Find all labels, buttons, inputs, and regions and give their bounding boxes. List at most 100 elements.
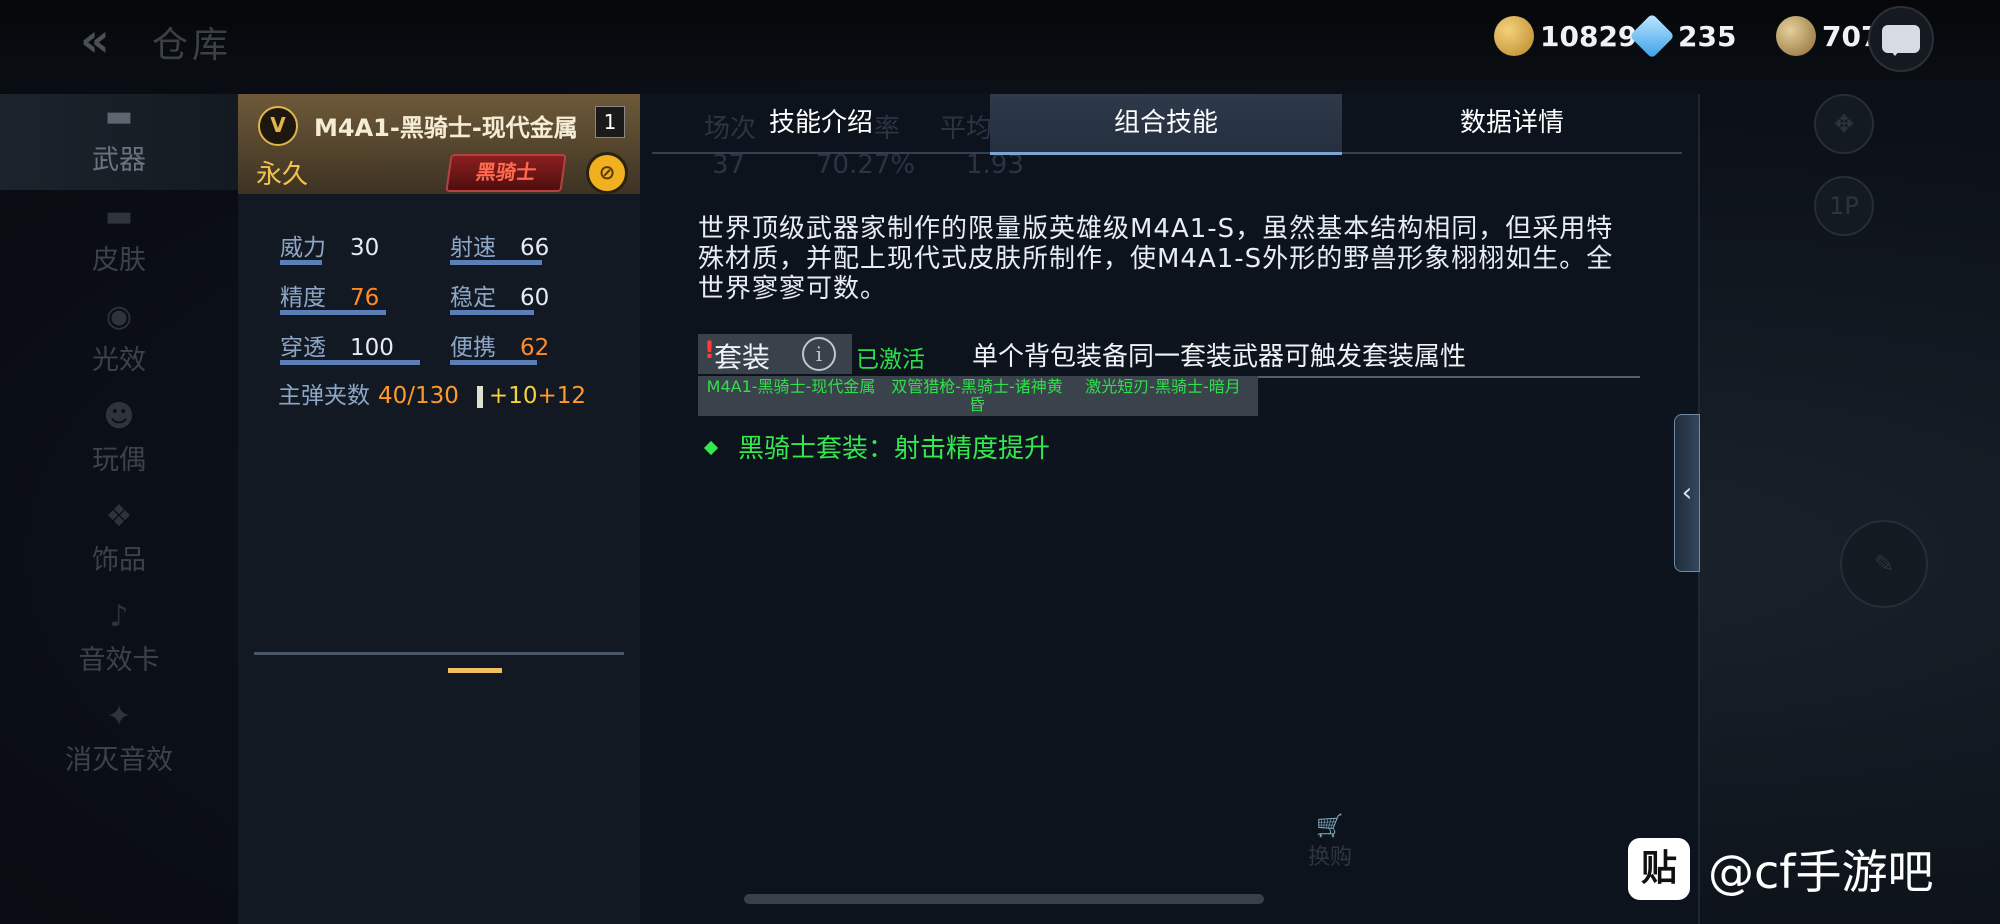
ammo-bonus-2: +12: [537, 383, 587, 409]
ammo-info: 主弹夹数 40/130 +10+12: [278, 376, 586, 410]
ammo-label: 主弹夹数: [278, 383, 370, 409]
stat-penetration: 穿透 100: [280, 328, 420, 365]
set-label: 套装: [714, 341, 771, 374]
exchange-label: 换购: [1308, 845, 1353, 870]
set-hint: 单个背包装备同一套装武器可触发套装属性: [972, 342, 1467, 372]
sidebar-item-ornaments[interactable]: ❖ 饰品: [0, 494, 238, 590]
horizontal-scrollbar[interactable]: [744, 894, 1264, 904]
watermark-text: @cf手游吧: [1708, 845, 1934, 899]
weapon-header: V M4A1-黑骑士-现代金属 1 永久 黑骑士 ⊘: [238, 94, 640, 194]
doll-icon: ☻: [103, 398, 135, 434]
panel-divider: [254, 652, 624, 655]
set-tag: ! 套装 i: [698, 334, 852, 374]
set-item: 双管猎枪-黑骑士-诸神黄昏: [891, 377, 1063, 414]
knife-icon: ✎: [1840, 520, 1928, 608]
chat-bubble-icon: [1882, 25, 1920, 56]
stat-label: 威力: [280, 235, 326, 261]
tab-combo-skill[interactable]: 组合技能: [990, 94, 1342, 155]
weapon-count: 1: [595, 106, 625, 138]
stat-label: 便携: [450, 335, 496, 361]
set-items: M4A1-黑骑士-现代金属 双管猎枪-黑骑士-诸神黄昏 激光短刃-黑骑士-暗月: [698, 376, 1258, 416]
stat-label: 精度: [280, 285, 326, 311]
sound-card-icon: ♪: [109, 598, 129, 634]
sidebar-item-label: 玩偶: [92, 445, 146, 476]
diamond-bullet-icon: [703, 440, 719, 456]
gold-medal-icon[interactable]: ⊘: [586, 152, 628, 194]
gold-amount: 10829: [1540, 19, 1638, 53]
back-button[interactable]: «: [80, 17, 128, 63]
chevron-left-icon: ‹: [1681, 478, 1693, 508]
rifle-icon: ▬: [104, 98, 134, 134]
info-icon[interactable]: i: [802, 337, 836, 371]
ghost-value-rate: 70.27%: [816, 150, 916, 180]
sidebar-item-label: 武器: [92, 145, 146, 176]
page-title: 仓库: [152, 25, 233, 66]
weapon-description: 世界顶级武器家制作的限量版英雄级M4A1-S，虽然基本结构相同，但采用特殊材质，…: [698, 214, 1614, 304]
set-header: ! 套装 i 已激活 单个背包装备同一套装武器可触发套装属性: [698, 334, 1640, 378]
stat-label: 稳定: [450, 285, 496, 311]
exchange-button[interactable]: 🛒 换购: [1308, 814, 1352, 871]
watermark: 贴 @cf手游吧: [1628, 836, 1934, 902]
stat-fire-rate: 射速 66: [450, 228, 549, 265]
stat-bar: [450, 260, 542, 265]
stat-power: 威力 30: [280, 228, 380, 265]
token-currency[interactable]: 707: [1776, 16, 1880, 56]
chat-button[interactable]: [1868, 6, 1934, 72]
right-background-controls: ✥ 1P ✎: [1698, 80, 2000, 924]
stat-bar: [450, 310, 534, 315]
set-effect: 黑骑士套装：射击精度提升: [702, 428, 1050, 465]
set-item: M4A1-黑骑士-现代金属: [706, 377, 876, 396]
skill-panel: 场次 率 平均KDA 37 70.27% 1.93 技能介绍 组合技能 数据详情…: [640, 94, 1700, 924]
stat-value: 60: [520, 285, 550, 311]
cart-icon: 🛒: [1316, 814, 1344, 839]
stat-bar: [280, 260, 322, 265]
stat-portability: 便携 62: [450, 328, 550, 365]
category-sidebar: ▬ 武器 ▬ 皮肤 ◉ 光效 ☻ 玩偶 ❖ 饰品 ♪ 音效卡 ✦ 消灭音效: [0, 94, 238, 814]
ammo-bonus-1: +10: [488, 383, 538, 409]
ghost-value-matches: 37: [712, 150, 746, 180]
diamond-currency[interactable]: 235: [1629, 13, 1736, 59]
ornament-icon: ❖: [105, 498, 133, 534]
drawer-toggle[interactable]: ‹: [1674, 414, 1700, 572]
gold-coin-icon: [1494, 16, 1534, 56]
tab-skill-intro[interactable]: 技能介绍: [652, 94, 990, 152]
set-item: 激光短刃-黑骑士-暗月: [1085, 377, 1241, 396]
sidebar-item-label: 皮肤: [92, 245, 146, 276]
set-effect-text: 黑骑士套装：射击精度提升: [738, 434, 1051, 464]
stat-bar: [280, 310, 386, 315]
sidebar-item-dolls[interactable]: ☻ 玩偶: [0, 394, 238, 490]
stat-value: 76: [350, 285, 380, 311]
stat-accuracy: 精度 76: [280, 278, 386, 315]
glow-effect-icon: ◉: [105, 298, 133, 334]
tieba-logo-icon: 贴: [1628, 838, 1690, 900]
diamond-icon: [1629, 13, 1675, 59]
first-person-button: 1P: [1814, 176, 1874, 236]
sidebar-item-glow[interactable]: ◉ 光效: [0, 294, 238, 390]
stat-bar: [450, 360, 537, 365]
bullet-icon: [476, 385, 483, 408]
sidebar-item-label: 饰品: [92, 545, 146, 576]
stat-stability: 稳定 60: [450, 278, 550, 315]
weapon-name: M4A1-黑骑士-现代金属: [314, 114, 578, 142]
set-status: 已激活: [856, 347, 925, 373]
sidebar-item-label: 消灭音效: [65, 745, 173, 776]
rifle-skin-icon: ▬: [104, 198, 134, 234]
sidebar-item-sound-cards[interactable]: ♪ 音效卡: [0, 594, 238, 690]
sidebar-item-label: 音效卡: [78, 645, 160, 676]
top-bar: « 仓库 10829 235 707: [0, 0, 2000, 80]
stat-label: 射速: [450, 235, 496, 261]
sidebar-item-weapons[interactable]: ▬ 武器: [0, 94, 238, 190]
stat-label: 穿透: [280, 335, 326, 361]
stat-value: 62: [520, 335, 550, 361]
double-chevron-left-icon: «: [80, 13, 110, 67]
page-indicator: [448, 668, 502, 673]
sidebar-item-skins[interactable]: ▬ 皮肤: [0, 194, 238, 290]
stat-value: 30: [350, 235, 380, 261]
kill-sound-icon: ✦: [106, 698, 132, 734]
gold-currency[interactable]: 10829: [1494, 16, 1637, 56]
tab-data-details[interactable]: 数据详情: [1342, 94, 1682, 152]
ammo-value: 40/130: [378, 383, 459, 409]
skill-tabs: 技能介绍 组合技能 数据详情: [652, 94, 1682, 155]
weapon-duration: 永久: [256, 160, 309, 190]
sidebar-item-kill-sounds[interactable]: ✦ 消灭音效: [0, 694, 238, 790]
